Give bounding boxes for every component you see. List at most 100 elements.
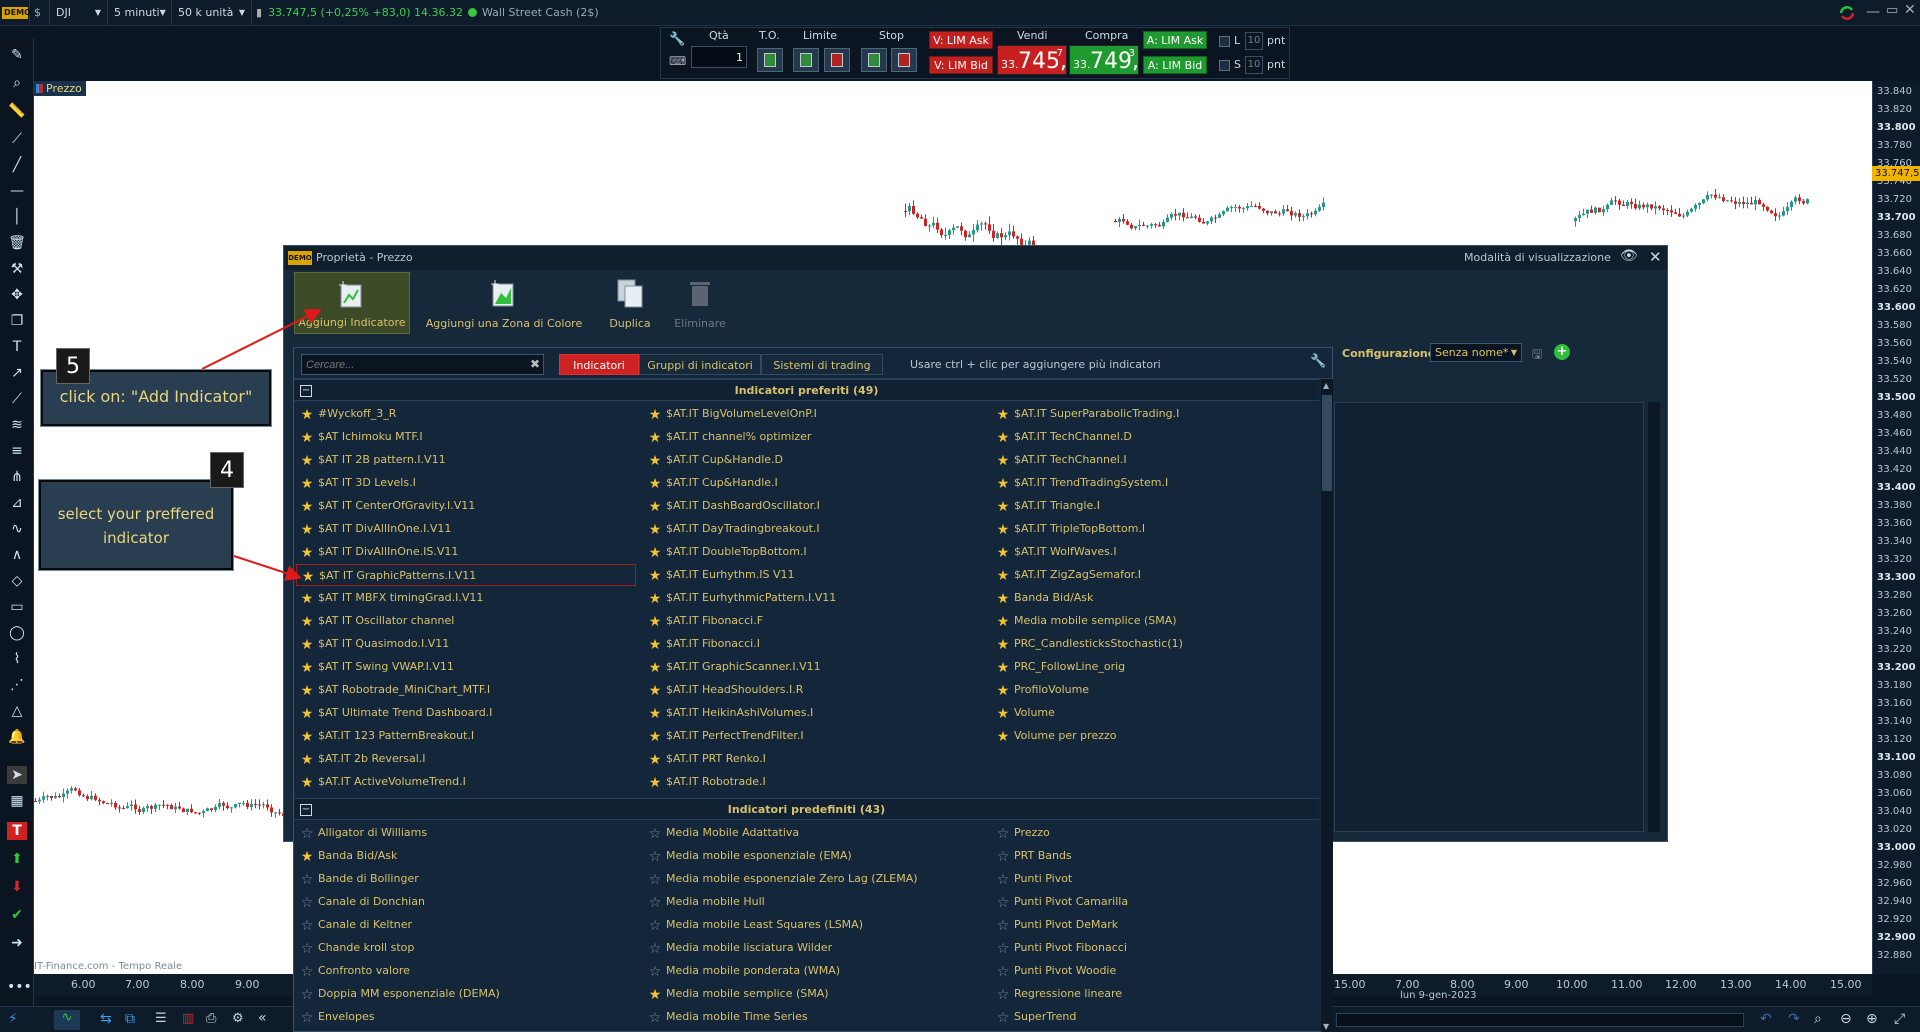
line-chart-icon[interactable]: ∿ <box>54 1010 80 1030</box>
v-lim-bid-button[interactable]: V: LIM Bid <box>929 56 993 74</box>
sync-icon[interactable] <box>1838 4 1856 22</box>
indicator-list-item[interactable]: ☆ Punti Pivot Camarilla <box>992 891 1332 913</box>
indicator-list-item[interactable]: ☆ Doppia MM esponenziale (DEMA) <box>296 983 636 1005</box>
limit-sell-button[interactable] <box>824 48 850 72</box>
chart-type-icon[interactable]: ⚡ <box>8 1011 18 1027</box>
sell-price-button[interactable]: 33. 745, 7 <box>997 45 1067 75</box>
indicator-list-item[interactable]: ★ $AT.IT Cup&Handle.I <box>644 472 984 494</box>
indicator-list-item[interactable]: ★ $AT.IT PRT Renko.I <box>644 748 984 770</box>
star-icon[interactable]: ☆ <box>648 827 662 841</box>
indicator-list-item[interactable]: ★ $AT.IT ZigZagSemafor.I <box>992 564 1332 586</box>
pattern-icon[interactable]: ◇ <box>7 572 27 590</box>
share-icon[interactable]: ⇆ <box>100 1011 112 1027</box>
star-icon[interactable]: ★ <box>996 638 1010 652</box>
wrench-icon[interactable]: 🔧 <box>1310 354 1326 369</box>
clear-search-icon[interactable]: ✖ <box>530 357 540 371</box>
multi-line-icon[interactable]: ⋰ <box>7 676 27 694</box>
undo-icon[interactable]: ↶ <box>1760 1011 1772 1027</box>
star-icon[interactable]: ★ <box>648 408 662 422</box>
star-icon[interactable]: ☆ <box>996 873 1010 887</box>
scroll-up-icon[interactable]: ▲ <box>1323 381 1329 390</box>
indicator-list-item[interactable]: ★ Media mobile semplice (SMA) <box>644 983 984 1005</box>
star-icon[interactable]: ★ <box>648 707 662 721</box>
star-icon[interactable]: ★ <box>300 408 314 422</box>
predefined-section-header[interactable]: − Indicatori predefiniti (43) <box>294 798 1319 820</box>
indicator-list-item[interactable]: ★ $AT.IT BigVolumeLevelOnP.I <box>644 403 984 425</box>
vertical-line-icon[interactable]: │ <box>7 208 27 226</box>
zigzag-icon[interactable]: ⌇ <box>7 650 27 668</box>
dollar-icon[interactable]: $ <box>30 0 50 26</box>
star-icon[interactable]: ★ <box>648 615 662 629</box>
indicator-list-item[interactable]: ★ $AT.IT DashBoardOscillator.I <box>644 495 984 517</box>
star-icon[interactable]: ★ <box>300 477 314 491</box>
star-icon[interactable]: ★ <box>648 546 662 560</box>
indicator-list-item[interactable]: ★ ProfiloVolume <box>992 679 1332 701</box>
cursor-icon[interactable]: ➤ <box>7 766 27 784</box>
indicator-list-item[interactable]: ★ $AT Robotrade_MiniChart_MTF.I <box>296 679 636 701</box>
time-scrollbar[interactable] <box>1336 1013 1744 1027</box>
trendline-icon[interactable]: ⟋ <box>7 390 27 408</box>
star-icon[interactable]: ★ <box>996 523 1010 537</box>
star-icon[interactable]: ★ <box>648 776 662 790</box>
indicator-list-item[interactable]: ★ $AT.IT 123 PatternBreakout.I <box>296 725 636 747</box>
indicator-list-item[interactable]: ★ $AT.IT HeikinAshiVolumes.I <box>644 702 984 724</box>
tab-indicators[interactable]: Indicatori <box>559 354 639 375</box>
indicator-list-item[interactable]: ★ $AT.IT TripleTopBottom.I <box>992 518 1332 540</box>
star-icon[interactable]: ☆ <box>996 850 1010 864</box>
stop-sell-button[interactable] <box>891 48 917 72</box>
star-icon[interactable]: ☆ <box>648 850 662 864</box>
indicator-list-item[interactable]: ☆ Alligator di Williams <box>296 822 636 844</box>
rectangle-icon[interactable]: ▭ <box>7 598 27 616</box>
star-icon[interactable]: ★ <box>300 776 314 790</box>
star-icon[interactable]: ☆ <box>300 896 314 910</box>
star-icon[interactable]: ★ <box>996 707 1010 721</box>
star-icon[interactable]: ★ <box>996 661 1010 675</box>
elliott-icon[interactable]: ∧ <box>7 546 27 564</box>
indicator-list-item[interactable]: ☆ Regressione lineare <box>992 983 1332 1005</box>
indicator-list-item[interactable]: ☆ Canale di Keltner <box>296 914 636 936</box>
star-icon[interactable]: ★ <box>648 661 662 675</box>
indicator-list-item[interactable]: ★ $AT.IT DoubleTopBottom.I <box>644 541 984 563</box>
a-lim-ask-button[interactable]: A: LIM Ask <box>1143 31 1207 49</box>
star-icon[interactable]: ★ <box>648 569 662 583</box>
star-icon[interactable]: ☆ <box>996 988 1010 1002</box>
indicator-list-item[interactable]: ☆ Punti Pivot Woodie <box>992 960 1332 982</box>
settings-icon[interactable]: ⚙ <box>232 1011 244 1026</box>
indicator-list-item[interactable]: ★ $AT Ichimoku MTF.I <box>296 426 636 448</box>
gann-icon[interactable]: ⊿ <box>7 494 27 512</box>
v-lim-ask-button[interactable]: V: LIM Ask <box>929 31 993 49</box>
move-icon[interactable]: ✥ <box>7 286 27 304</box>
indicator-list-item[interactable]: ★ $AT.IT ActiveVolumeTrend.I <box>296 771 636 793</box>
star-icon[interactable]: ★ <box>300 523 314 537</box>
indicator-list-item[interactable]: ☆ Punti Pivot Fibonacci <box>992 937 1332 959</box>
indicator-list-item[interactable]: ☆ Envelopes <box>296 1006 636 1028</box>
close-icon[interactable]: ✕ <box>1904 2 1916 18</box>
star-icon[interactable]: ★ <box>996 454 1010 468</box>
arrow-icon[interactable]: ↗ <box>7 364 27 382</box>
indicator-list-item[interactable]: ★ $AT IT DivAllInOne.IS.V11 <box>296 541 636 563</box>
scroll-down-icon[interactable]: ▼ <box>1323 1022 1329 1031</box>
pitchfork-icon[interactable]: ⋔ <box>7 468 27 486</box>
channel-icon[interactable]: ≋ <box>7 416 27 434</box>
wave-icon[interactable]: ∿ <box>7 520 27 538</box>
candles-icon[interactable]: ▥ <box>182 1011 194 1026</box>
star-icon[interactable]: ★ <box>648 592 662 606</box>
indicator-list-item[interactable]: ★ $AT.IT channel% optimizer <box>644 426 984 448</box>
maximize-icon[interactable]: ▭ <box>1886 3 1898 18</box>
buy-arrow-icon[interactable]: ⬆ <box>7 850 27 868</box>
indicator-list-item[interactable]: ☆ Media mobile lisciatura Wilder <box>644 937 984 959</box>
indicator-list-item[interactable]: ★ $AT.IT DayTradingbreakout.I <box>644 518 984 540</box>
list-icon[interactable]: ☰ <box>155 1011 167 1026</box>
triangle-icon[interactable]: △ <box>7 702 27 720</box>
indicator-list-item[interactable]: ☆ Media mobile Time Series <box>644 1006 984 1028</box>
indicator-list-item[interactable]: ★ $AT.IT Robotrade.I <box>644 771 984 793</box>
indicator-list-item[interactable]: ★ $AT IT CenterOfGravity.I.V11 <box>296 495 636 517</box>
delete-button[interactable]: Eliminare <box>668 272 732 334</box>
pencil-icon[interactable]: ✎ <box>7 46 27 64</box>
indicator-list-item[interactable]: ☆ Chande kroll stop <box>296 937 636 959</box>
star-icon[interactable]: ★ <box>300 684 314 698</box>
star-icon[interactable]: ★ <box>300 431 314 445</box>
l-value-input[interactable]: 10 <box>1245 32 1263 50</box>
indicator-list-item[interactable]: ☆ Punti Pivot DeMark <box>992 914 1332 936</box>
star-icon[interactable]: ★ <box>648 523 662 537</box>
